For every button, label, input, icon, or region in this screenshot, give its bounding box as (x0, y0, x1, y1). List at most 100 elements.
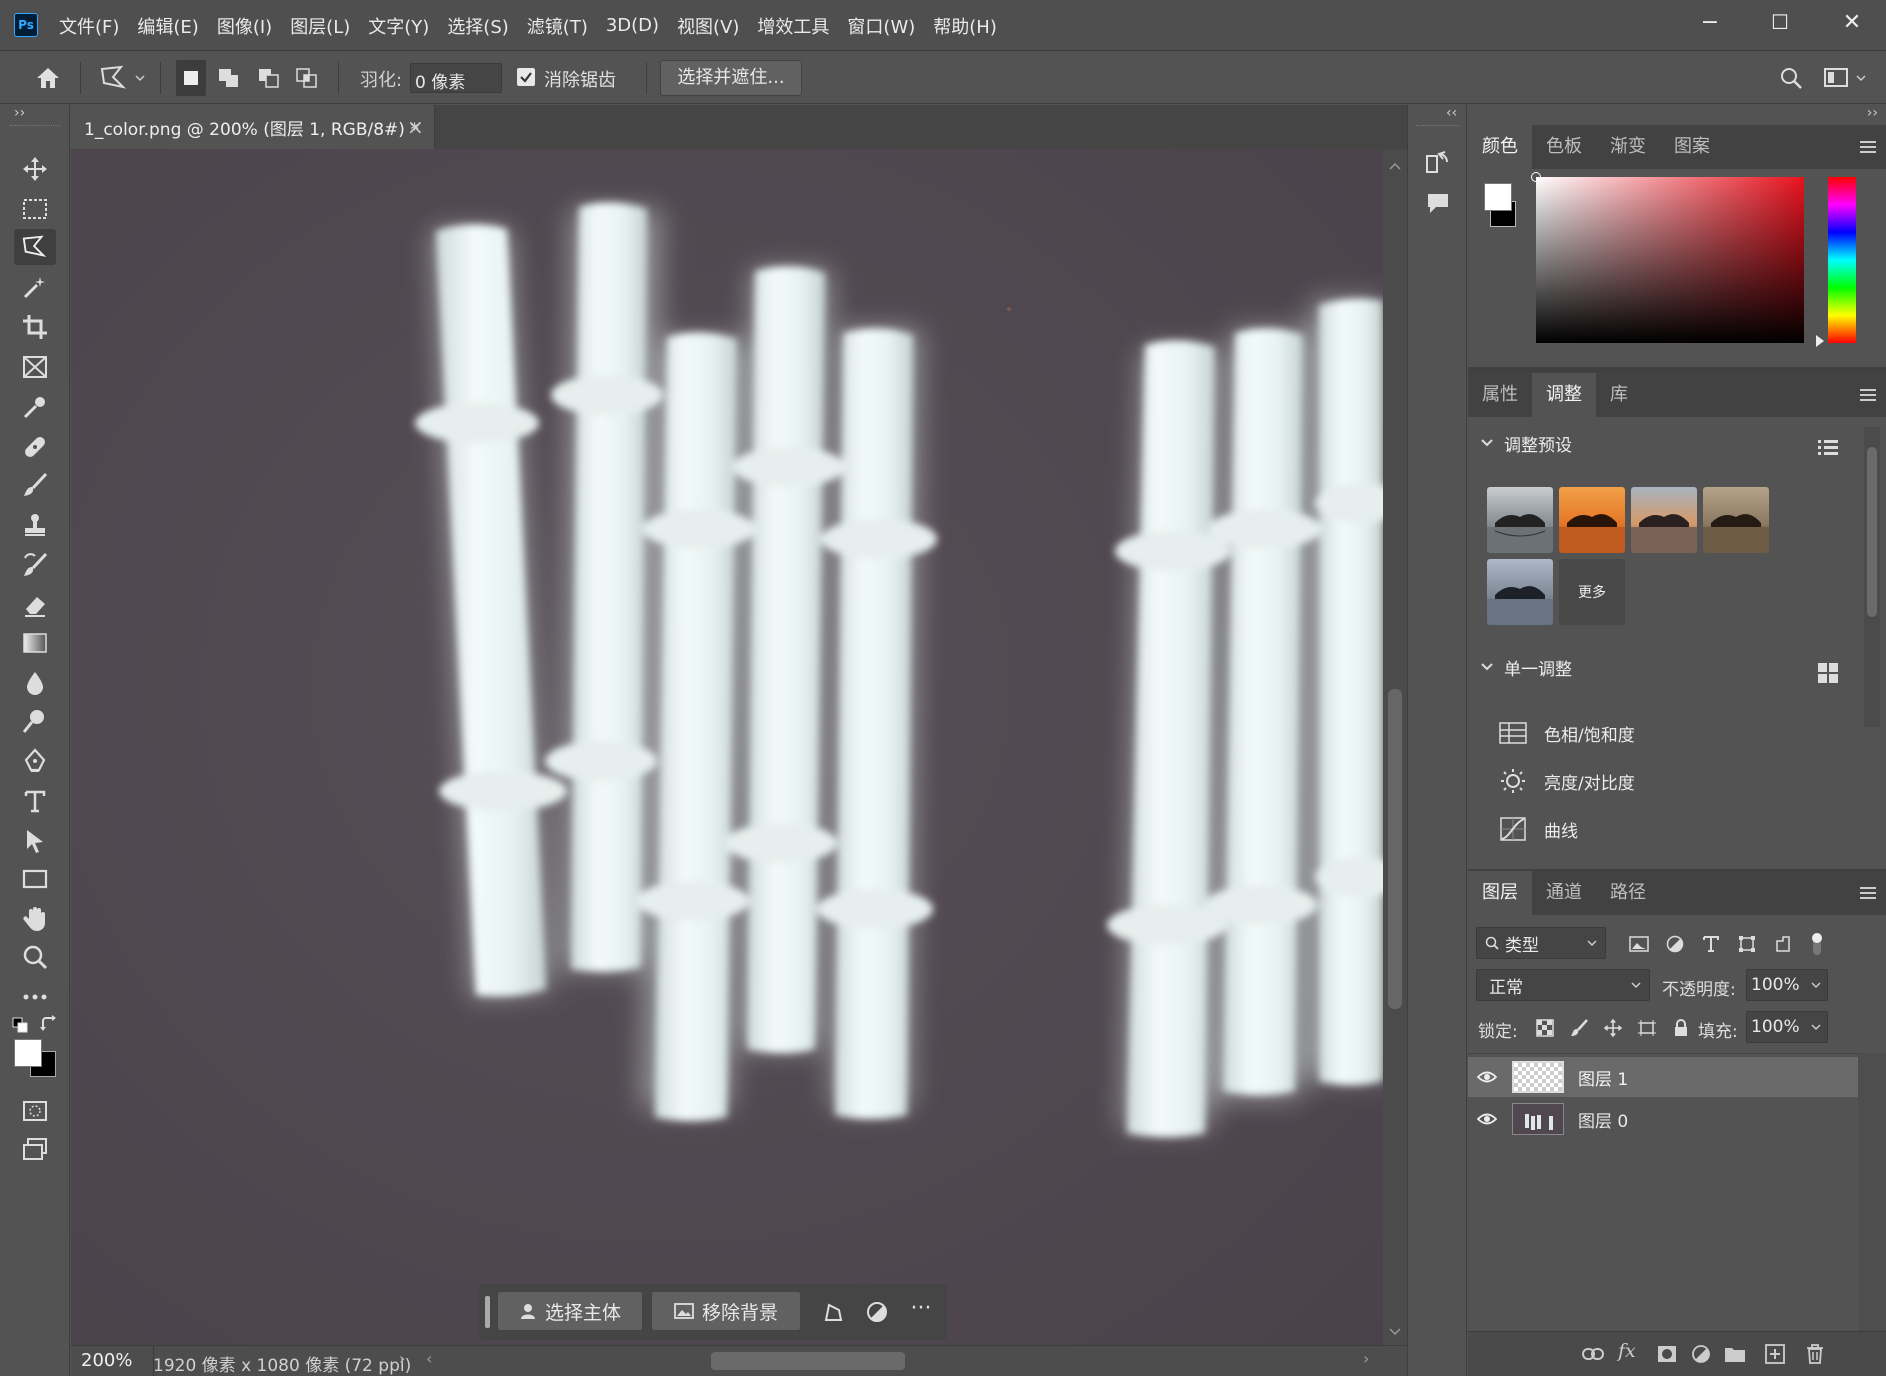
menu-file[interactable]: 文件(F) (50, 13, 128, 39)
antialias-checkbox[interactable] (517, 68, 535, 86)
maximize-button[interactable]: ☐ (1744, 0, 1816, 44)
single-adjustments-header[interactable]: 单一调整 (1480, 651, 1840, 683)
default-colors-icon[interactable] (12, 1017, 28, 1033)
menu-view[interactable]: 视图(V) (668, 13, 748, 39)
intersect-selection-button[interactable] (292, 60, 322, 96)
workspace-switcher[interactable] (1820, 60, 1870, 96)
preset-thumbnail-sunset[interactable] (1631, 487, 1697, 553)
tab-paths[interactable]: 路径 (1596, 871, 1660, 915)
foreground-color-swatch[interactable] (14, 1039, 42, 1067)
adjustment-presets-header[interactable]: 调整预设 (1480, 427, 1840, 459)
preset-thumbnail-warm[interactable] (1559, 487, 1625, 553)
delete-layer-button[interactable] (1800, 1340, 1830, 1368)
lock-position-button[interactable] (1600, 1015, 1626, 1041)
preset-thumbnail-bw[interactable] (1487, 487, 1553, 553)
tab-patterns[interactable]: 图案 (1660, 125, 1724, 169)
feather-input[interactable]: 0 像素 (410, 63, 502, 93)
frame-tool[interactable] (14, 349, 56, 385)
filter-smart-object-button[interactable] (1770, 931, 1796, 957)
adjustment-curves[interactable]: 曲线 (1498, 809, 1578, 849)
lock-transparent-button[interactable] (1532, 1015, 1558, 1041)
menu-help[interactable]: 帮助(H) (924, 13, 1006, 39)
collapse-dock-icon[interactable]: ›› (1867, 105, 1878, 121)
vertical-scroll-thumb[interactable] (1388, 689, 1402, 1009)
menu-select[interactable]: 选择(S) (438, 13, 517, 39)
filter-type-button[interactable] (1698, 931, 1724, 957)
collapse-strip-icon[interactable]: ‹‹ (1446, 105, 1457, 121)
adjustment-brightness-contrast[interactable]: 亮度/对比度 (1498, 761, 1635, 801)
link-layers-button[interactable] (1578, 1340, 1608, 1368)
remove-background-button[interactable]: 移除背景 (651, 1291, 801, 1331)
path-selection-tool[interactable] (14, 823, 56, 859)
list-view-icon[interactable] (1818, 439, 1838, 457)
scroll-left-icon[interactable]: ‹ (426, 1349, 432, 1368)
menu-image[interactable]: 图像(I) (208, 13, 281, 39)
lock-all-button[interactable] (1668, 1015, 1694, 1041)
screen-mode-button[interactable] (14, 1131, 56, 1167)
type-tool[interactable] (14, 783, 56, 819)
zoom-tool[interactable] (14, 939, 56, 975)
magic-wand-tool[interactable] (14, 269, 56, 305)
new-adjustment-layer-button[interactable] (1686, 1340, 1716, 1368)
visibility-toggle[interactable] (1468, 1070, 1506, 1084)
layer-name[interactable]: 图层 1 (1578, 1065, 1628, 1090)
eraser-tool[interactable] (14, 587, 56, 623)
history-panel-button[interactable] (1418, 143, 1458, 179)
tab-channels[interactable]: 通道 (1532, 871, 1596, 915)
tab-libraries[interactable]: 库 (1596, 373, 1642, 417)
color-foreground-swatch[interactable] (1484, 183, 1512, 211)
tab-gradients[interactable]: 渐变 (1596, 125, 1660, 169)
blur-tool[interactable] (14, 665, 56, 701)
info-arrow-icon[interactable]: › (399, 1349, 405, 1368)
menu-type[interactable]: 文字(Y) (359, 13, 438, 39)
hue-slider-handle[interactable] (1816, 335, 1824, 347)
marquee-tool[interactable] (14, 191, 56, 227)
visibility-toggle[interactable] (1468, 1112, 1506, 1126)
tab-layers[interactable]: 图层 (1468, 871, 1532, 915)
layer-row[interactable]: 图层 1 (1468, 1057, 1858, 1097)
tool-preset-picker[interactable] (94, 60, 150, 96)
swap-colors-icon[interactable] (40, 1015, 58, 1033)
filter-pixel-button[interactable] (1626, 931, 1652, 957)
menu-layer[interactable]: 图层(L) (281, 13, 359, 39)
hand-tool[interactable] (14, 901, 56, 937)
menu-plugins[interactable]: 增效工具 (748, 13, 838, 39)
lock-artboard-button[interactable] (1634, 1015, 1660, 1041)
dodge-tool[interactable] (14, 703, 56, 739)
more-presets-button[interactable]: 更多 (1559, 559, 1625, 625)
horizontal-scroll-thumb[interactable] (711, 1352, 905, 1370)
zoom-level[interactable]: 200% (81, 1350, 132, 1371)
preset-thumbnail-cool[interactable] (1487, 559, 1553, 625)
new-selection-button[interactable] (176, 60, 206, 96)
filter-adjustment-button[interactable] (1662, 931, 1688, 957)
layer-row[interactable]: 图层 0 (1468, 1099, 1858, 1139)
adjustment-button[interactable] (859, 1294, 895, 1330)
healing-brush-tool[interactable] (14, 429, 56, 465)
close-tab-icon[interactable]: × (407, 115, 424, 139)
tab-adjustments[interactable]: 调整 (1532, 373, 1596, 417)
rectangle-tool[interactable] (14, 861, 56, 897)
filter-toggle-button[interactable] (1804, 931, 1830, 957)
edit-toolbar-button[interactable] (14, 979, 56, 1015)
pen-tool[interactable] (14, 743, 56, 779)
history-brush-tool[interactable] (14, 547, 56, 583)
canvas-area[interactable]: 选择主体 移除背景 ··· (71, 149, 1383, 1345)
add-selection-button[interactable] (214, 60, 244, 96)
color-panel-menu-icon[interactable] (1860, 141, 1876, 153)
move-tool[interactable] (14, 151, 56, 187)
layer-name[interactable]: 图层 0 (1578, 1107, 1628, 1132)
add-mask-button[interactable] (1652, 1340, 1682, 1368)
menu-edit[interactable]: 编辑(E) (128, 13, 207, 39)
fx-icon[interactable]: fx (1618, 1340, 1648, 1368)
minimize-button[interactable]: − (1674, 0, 1746, 44)
document-tab[interactable]: 1_color.png @ 200% (图层 1, RGB/8#) * × (71, 105, 435, 149)
quick-mask-button[interactable] (14, 1093, 56, 1129)
tab-color[interactable]: 颜色 (1468, 125, 1532, 169)
collapse-toolbar-icon[interactable]: ›› (14, 105, 25, 121)
blend-mode-select[interactable]: 正常 (1476, 969, 1650, 1001)
select-and-mask-button[interactable]: 选择并遮住... (660, 60, 802, 96)
close-window-button[interactable]: ✕ (1816, 0, 1886, 44)
new-layer-button[interactable] (1760, 1340, 1790, 1368)
menu-window[interactable]: 窗口(W) (838, 13, 924, 39)
gradient-tool[interactable] (14, 625, 56, 661)
